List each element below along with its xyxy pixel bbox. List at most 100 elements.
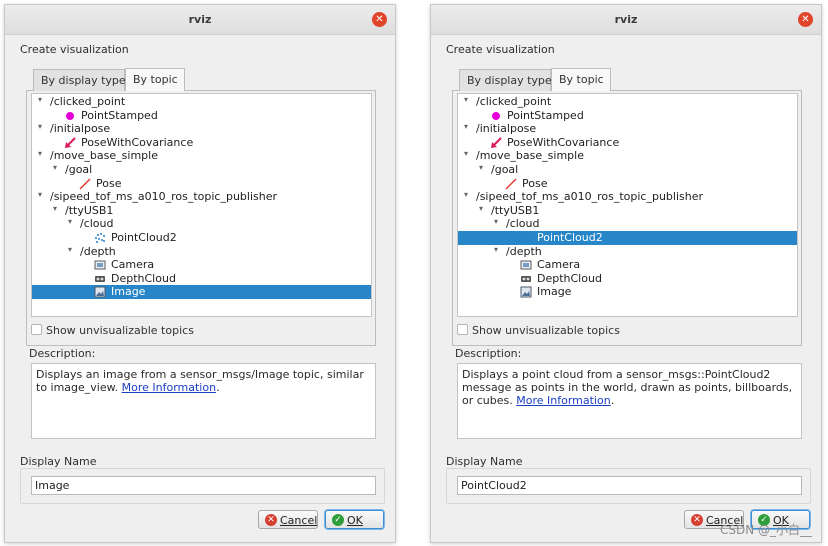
show-unvisualizable-label[interactable]: Show unvisualizable topics <box>46 324 194 337</box>
tree-row[interactable]: Pose <box>32 177 371 191</box>
more-information-link[interactable]: More Information <box>516 394 610 407</box>
check-icon: ✓ <box>332 514 344 526</box>
tree-row[interactable]: ▾ /sipeed_tof_ms_a010_ros_topic_publisher <box>458 190 797 204</box>
tree-row-label: Pose <box>522 176 548 190</box>
pose-arrow-icon <box>505 178 517 190</box>
tree-row[interactable]: Camera <box>458 258 797 272</box>
tab-by-topic[interactable]: By topic <box>551 68 611 91</box>
tree-row[interactable]: ▾ /ttyUSB1 <box>32 204 371 218</box>
tree-row[interactable]: DepthCloud <box>458 272 797 286</box>
title-bar[interactable]: rviz ✕ <box>5 5 395 35</box>
description-text: Displays a point cloud from a sensor_msg… <box>462 368 793 407</box>
title-bar[interactable]: rviz ✕ <box>431 5 821 35</box>
topic-tree[interactable]: ▾ /clicked_point PointStamped ▾ /initialpose… <box>31 93 372 317</box>
expand-arrow-icon[interactable]: ▾ <box>479 163 483 172</box>
expand-arrow-icon[interactable]: ▾ <box>464 122 468 131</box>
expand-arrow-icon[interactable]: ▾ <box>479 204 483 213</box>
expand-arrow-icon[interactable]: ▾ <box>464 95 468 104</box>
tree-row-label: /initialpose <box>476 122 537 136</box>
more-information-link[interactable]: More Information <box>122 381 216 394</box>
description-box: Displays a point cloud from a sensor_msg… <box>457 363 802 439</box>
tree-row[interactable]: ▾ /cloud <box>458 217 797 231</box>
ok-button[interactable]: ✓ OK <box>325 510 384 529</box>
tree-row[interactable]: ▾ /clicked_point <box>458 95 797 109</box>
tree-row-label: DepthCloud <box>111 271 176 285</box>
tree-row[interactable]: ▾ /depth <box>32 245 371 259</box>
cancel-icon: ✕ <box>265 514 277 526</box>
display-name-input[interactable]: Image <box>31 476 376 495</box>
tree-row[interactable]: PoseWithCovariance <box>458 136 797 150</box>
watermark: CSDN @_小白__ <box>719 523 812 537</box>
create-visualization-dialog-left: rviz ✕ Create visualization By display t… <box>4 4 396 543</box>
tab-by-display-type[interactable]: By display type <box>459 69 552 91</box>
camera-icon <box>94 259 106 271</box>
expand-arrow-icon[interactable]: ▾ <box>68 217 72 226</box>
tree-row[interactable]: Pose <box>458 177 797 191</box>
tree-row[interactable]: Image <box>458 285 797 299</box>
display-name-input[interactable]: PointCloud2 <box>457 476 802 495</box>
expand-arrow-icon[interactable]: ▾ <box>53 204 57 213</box>
tree-row[interactable]: ▾ /clicked_point <box>32 95 371 109</box>
tree-row-label: Camera <box>537 258 581 272</box>
tree-row[interactable]: ▾ /sipeed_tof_ms_a010_ros_topic_publisher <box>32 190 371 204</box>
close-icon[interactable]: ✕ <box>798 12 813 27</box>
tree-row[interactable]: PointStamped <box>32 109 371 123</box>
tab-by-topic[interactable]: By topic <box>125 68 185 91</box>
tree-row-label: PointStamped <box>507 108 584 122</box>
expand-arrow-icon[interactable]: ▾ <box>464 149 468 158</box>
expand-arrow-icon[interactable]: ▾ <box>38 95 42 104</box>
tree-row[interactable]: PointStamped <box>458 109 797 123</box>
description-label: Description: <box>29 347 96 360</box>
show-unvisualizable-checkbox[interactable] <box>457 324 468 335</box>
close-icon[interactable]: ✕ <box>372 12 387 27</box>
tree-row[interactable]: ▾ /cloud <box>32 217 371 231</box>
tree-row[interactable]: ▾ /goal <box>32 163 371 177</box>
tree-row-label: /clicked_point <box>50 95 126 108</box>
display-name-label: Display Name <box>20 455 97 468</box>
expand-arrow-icon[interactable]: ▾ <box>53 163 57 172</box>
tree-row[interactable]: ▾ /initialpose <box>32 122 371 136</box>
topic-tree[interactable]: ▾ /clicked_point PointStamped ▾ /initialpose… <box>457 93 798 317</box>
create-visualization-label: Create visualization <box>446 43 555 56</box>
cancel-button[interactable]: ✕ Cancel <box>258 510 318 529</box>
tree-row[interactable]: Camera <box>32 258 371 272</box>
tree-row[interactable]: PointCloud2 <box>458 231 797 245</box>
tree-row[interactable]: ▾ /depth <box>458 245 797 259</box>
window-title: rviz <box>188 13 212 26</box>
expand-arrow-icon[interactable]: ▾ <box>38 190 42 199</box>
tree-row-label: Pose <box>96 176 122 190</box>
tree-row-label: PoseWithCovariance <box>507 135 620 149</box>
tree-row-label: /goal <box>65 163 93 176</box>
tree-row[interactable]: ▾ /move_base_simple <box>32 149 371 163</box>
tree-row-label: Image <box>111 285 146 299</box>
tree-row[interactable]: ▾ /move_base_simple <box>458 149 797 163</box>
pose-covariance-arrow-icon <box>64 137 76 149</box>
tree-row-label: Camera <box>111 258 155 272</box>
tree-row[interactable]: PointCloud2 <box>32 231 371 245</box>
tree-row[interactable]: ▾ /initialpose <box>458 122 797 136</box>
point-cloud-icon <box>520 232 532 244</box>
magenta-point-icon <box>64 110 76 122</box>
tree-row-label: /sipeed_tof_ms_a010_ros_topic_publisher <box>476 190 704 204</box>
description-tail: . <box>610 394 615 407</box>
window-title: rviz <box>614 13 638 26</box>
tree-row[interactable]: PoseWithCovariance <box>32 136 371 150</box>
image-icon <box>520 286 532 298</box>
tree-row[interactable]: ▾ /goal <box>458 163 797 177</box>
tree-row[interactable]: ▾ /ttyUSB1 <box>458 204 797 218</box>
tab-by-display-type[interactable]: By display type <box>33 69 126 91</box>
tree-row[interactable]: DepthCloud <box>32 272 371 286</box>
ok-button-label: OK <box>347 514 363 527</box>
expand-arrow-icon[interactable]: ▾ <box>494 245 498 254</box>
tree-row[interactable]: Image <box>32 285 371 300</box>
show-unvisualizable-label[interactable]: Show unvisualizable topics <box>472 324 620 337</box>
tree-row-label: /depth <box>506 244 542 258</box>
expand-arrow-icon[interactable]: ▾ <box>38 149 42 158</box>
expand-arrow-icon[interactable]: ▾ <box>68 245 72 254</box>
tree-row-label: Image <box>537 285 572 299</box>
show-unvisualizable-checkbox[interactable] <box>31 324 42 335</box>
expand-arrow-icon[interactable]: ▾ <box>464 190 468 199</box>
expand-arrow-icon[interactable]: ▾ <box>38 122 42 131</box>
tree-row-label: /depth <box>80 244 116 258</box>
expand-arrow-icon[interactable]: ▾ <box>494 217 498 226</box>
